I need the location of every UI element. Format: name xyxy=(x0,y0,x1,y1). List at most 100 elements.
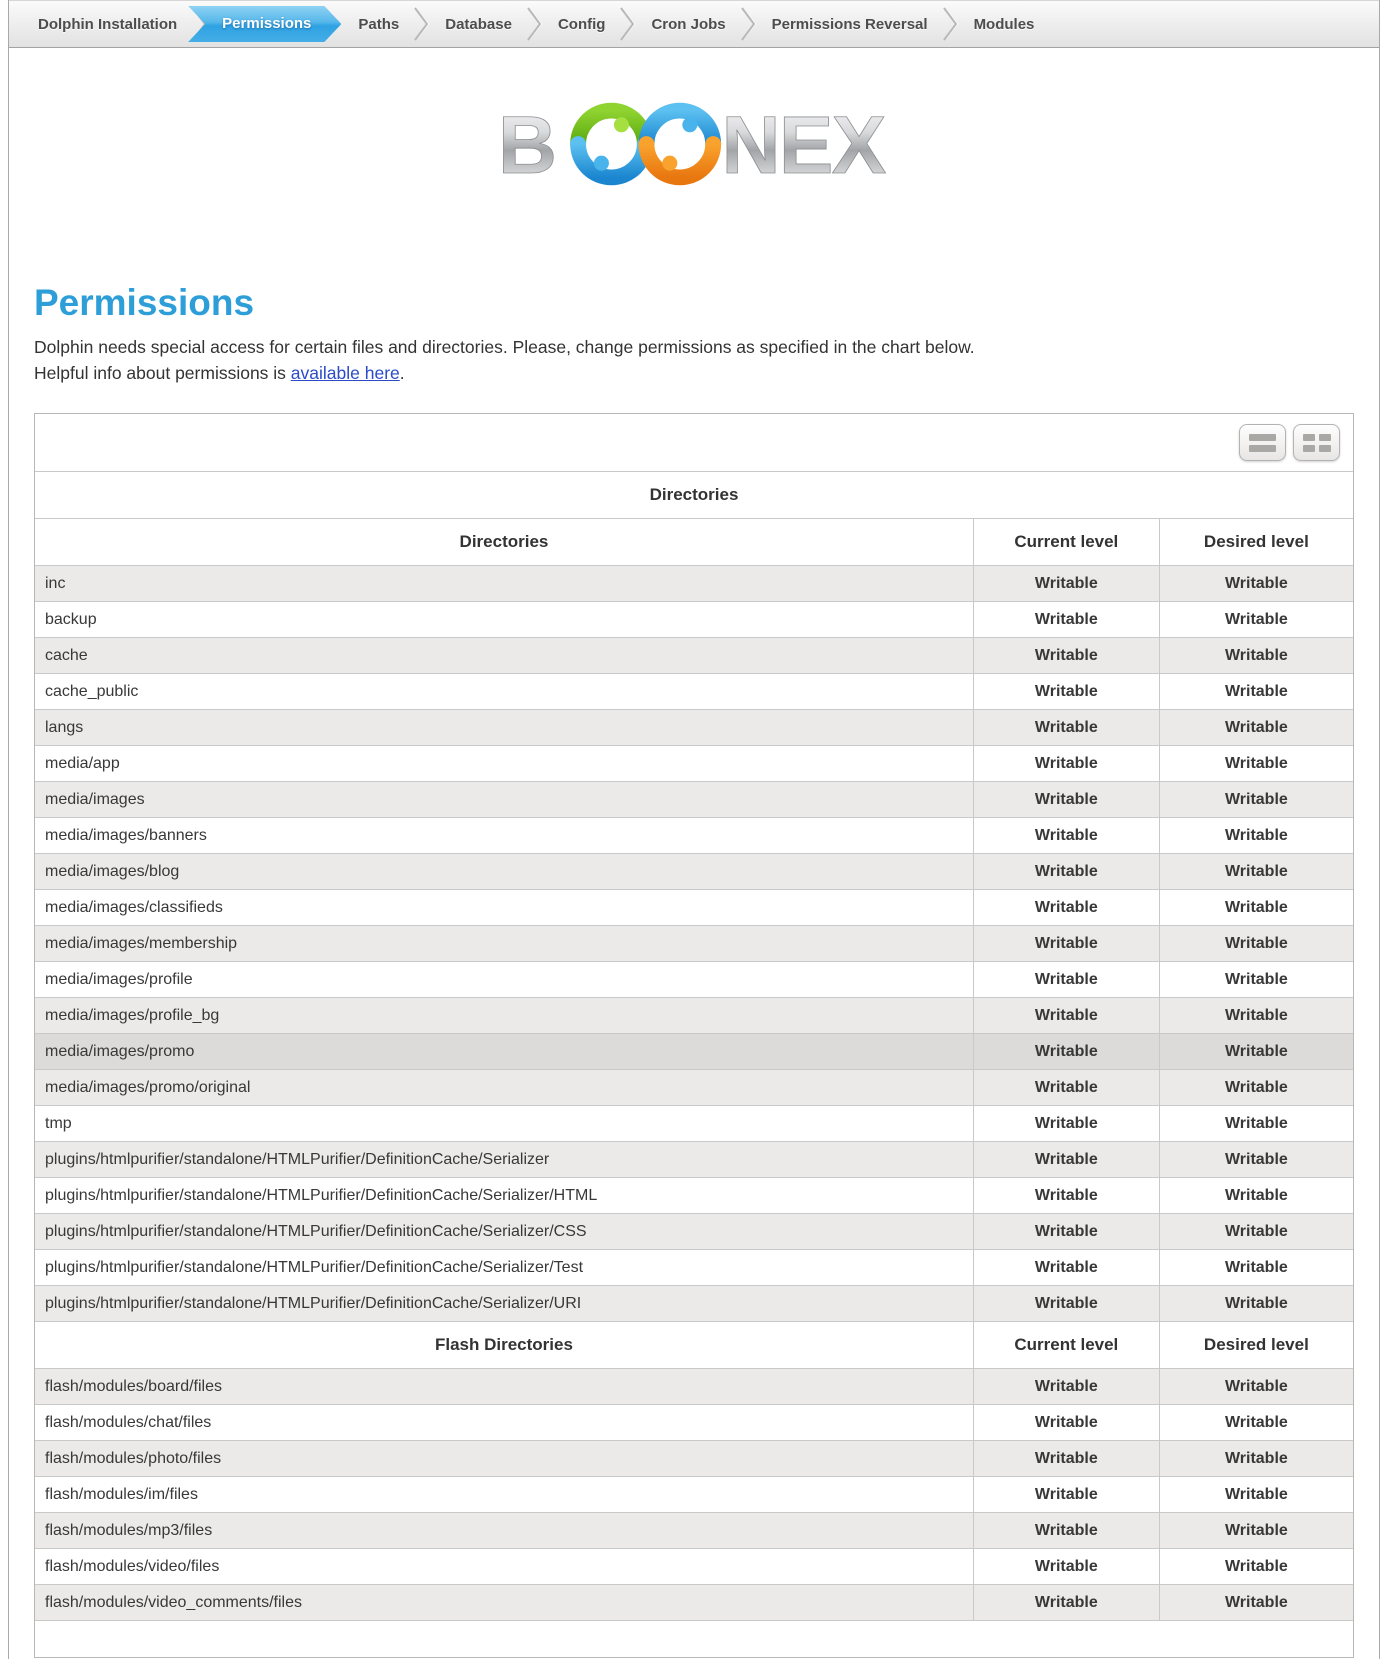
intro-paragraph: Dolphin needs special access for certain… xyxy=(34,334,1354,386)
directory-path-cell: media/images/classifieds xyxy=(35,890,973,926)
tab-database[interactable]: Database xyxy=(430,16,527,33)
table-row: media/images/membershipWritableWritable xyxy=(35,926,1353,962)
main-content: Permissions Dolphin needs special access… xyxy=(9,282,1379,1658)
current-level-cell: Writable xyxy=(973,602,1159,638)
desired-level-cell: Writable xyxy=(1159,1369,1353,1405)
directory-path-cell: media/images/profile xyxy=(35,962,973,998)
partial-row xyxy=(35,1621,1353,1657)
logo-o-green-blue xyxy=(578,111,645,178)
table-row: media/images/bannersWritableWritable xyxy=(35,818,1353,854)
directory-path-cell: media/images/promo xyxy=(35,1034,973,1070)
directory-path-cell: cache xyxy=(35,638,973,674)
boonex-logo: B NEX xyxy=(498,102,890,186)
current-level-cell: Writable xyxy=(973,998,1159,1034)
desired-level-cell: Writable xyxy=(1159,962,1353,998)
table-row: flash/modules/video/filesWritableWritabl… xyxy=(35,1549,1353,1585)
current-level-cell: Writable xyxy=(973,926,1159,962)
desired-level-cell: Writable xyxy=(1159,1070,1353,1106)
directory-path-cell: flash/modules/video/files xyxy=(35,1549,973,1585)
table-row: flash/modules/board/filesWritableWritabl… xyxy=(35,1369,1353,1405)
directory-path-cell: media/images/membership xyxy=(35,926,973,962)
tab-paths[interactable]: Paths xyxy=(343,16,414,33)
table-row: backupWritableWritable xyxy=(35,602,1353,638)
desired-level-cell: Writable xyxy=(1159,1214,1353,1250)
available-here-link[interactable]: available here xyxy=(291,363,400,383)
table-title: Directories xyxy=(35,472,1353,519)
desired-level-cell: Writable xyxy=(1159,1286,1353,1322)
table-row: media/appWritableWritable xyxy=(35,746,1353,782)
section-header-row: DirectoriesCurrent levelDesired level xyxy=(35,519,1353,566)
current-level-header-cell: Current level xyxy=(973,1322,1159,1369)
desired-level-cell: Writable xyxy=(1159,566,1353,602)
table-row: media/images/promo/originalWritableWrita… xyxy=(35,1070,1353,1106)
help-prefix: Helpful info about permissions is xyxy=(34,363,291,383)
table-row: plugins/htmlpurifier/standalone/HTMLPuri… xyxy=(35,1250,1353,1286)
current-level-cell: Writable xyxy=(973,710,1159,746)
current-level-cell: Writable xyxy=(973,1034,1159,1070)
desired-level-header-cell: Desired level xyxy=(1159,1322,1353,1369)
current-level-cell: Writable xyxy=(973,1549,1159,1585)
view-toggle-toolbar xyxy=(35,414,1353,471)
tab-permissions[interactable]: Permissions xyxy=(188,6,341,42)
desired-level-cell: Writable xyxy=(1159,818,1353,854)
table-title-row: Directories xyxy=(35,472,1353,519)
current-level-cell: Writable xyxy=(973,1585,1159,1621)
desired-level-cell: Writable xyxy=(1159,1178,1353,1214)
current-level-cell: Writable xyxy=(973,1369,1159,1405)
chevron-separator-icon xyxy=(412,6,432,42)
current-level-cell: Writable xyxy=(973,1106,1159,1142)
desired-level-cell: Writable xyxy=(1159,854,1353,890)
logo-container: B NEX xyxy=(9,102,1379,186)
section-title-cell: Directories xyxy=(35,519,973,566)
directory-path-cell: flash/modules/chat/files xyxy=(35,1405,973,1441)
tab-cron-jobs[interactable]: Cron Jobs xyxy=(636,16,740,33)
desired-level-cell: Writable xyxy=(1159,746,1353,782)
current-level-cell: Writable xyxy=(973,962,1159,998)
directory-path-cell: media/images/blog xyxy=(35,854,973,890)
grid-view-button[interactable] xyxy=(1293,424,1340,461)
directory-path-cell: tmp xyxy=(35,1106,973,1142)
desired-level-cell: Writable xyxy=(1159,1250,1353,1286)
current-level-cell: Writable xyxy=(973,1070,1159,1106)
help-suffix: . xyxy=(400,363,405,383)
permissions-table-body: Directories DirectoriesCurrent levelDesi… xyxy=(35,472,1353,1657)
table-row: media/images/profile_bgWritableWritable xyxy=(35,998,1353,1034)
current-level-cell: Writable xyxy=(973,746,1159,782)
table-row: cacheWritableWritable xyxy=(35,638,1353,674)
directory-path-cell: media/images xyxy=(35,782,973,818)
table-row: plugins/htmlpurifier/standalone/HTMLPuri… xyxy=(35,1178,1353,1214)
tab-modules[interactable]: Modules xyxy=(959,16,1050,33)
current-level-cell: Writable xyxy=(973,1178,1159,1214)
desired-level-cell: Writable xyxy=(1159,1513,1353,1549)
directory-path-cell: plugins/htmlpurifier/standalone/HTMLPuri… xyxy=(35,1286,973,1322)
directory-path-cell: inc xyxy=(35,566,973,602)
permissions-table: Directories DirectoriesCurrent levelDesi… xyxy=(35,471,1353,1657)
table-row: tmpWritableWritable xyxy=(35,1106,1353,1142)
current-level-cell: Writable xyxy=(973,674,1159,710)
table-row: flash/modules/photo/filesWritableWritabl… xyxy=(35,1441,1353,1477)
desired-level-cell: Writable xyxy=(1159,1034,1353,1070)
table-row: media/images/promoWritableWritable xyxy=(35,1034,1353,1070)
directory-path-cell: backup xyxy=(35,602,973,638)
desired-level-cell: Writable xyxy=(1159,1477,1353,1513)
table-row: flash/modules/im/filesWritableWritable xyxy=(35,1477,1353,1513)
desired-level-cell: Writable xyxy=(1159,1405,1353,1441)
page-title: Permissions xyxy=(34,282,1354,324)
section-title-cell: Flash Directories xyxy=(35,1322,973,1369)
section-header-row: Flash DirectoriesCurrent levelDesired le… xyxy=(35,1322,1353,1369)
directory-path-cell: media/app xyxy=(35,746,973,782)
current-level-cell: Writable xyxy=(973,1250,1159,1286)
logo-letter-b: B xyxy=(498,102,557,186)
current-level-cell: Writable xyxy=(973,1405,1159,1441)
tab-config[interactable]: Config xyxy=(543,16,620,33)
table-row: media/images/profileWritableWritable xyxy=(35,962,1353,998)
desired-level-cell: Writable xyxy=(1159,926,1353,962)
directory-path-cell: plugins/htmlpurifier/standalone/HTMLPuri… xyxy=(35,1178,973,1214)
list-view-button[interactable] xyxy=(1239,424,1286,461)
table-row: flash/modules/chat/filesWritableWritable xyxy=(35,1405,1353,1441)
directory-path-cell: plugins/htmlpurifier/standalone/HTMLPuri… xyxy=(35,1142,973,1178)
tab-permissions-reversal[interactable]: Permissions Reversal xyxy=(757,16,943,33)
desired-level-cell: Writable xyxy=(1159,1585,1353,1621)
tab-dolphin-installation[interactable]: Dolphin Installation xyxy=(23,16,192,33)
current-level-header-cell: Current level xyxy=(973,519,1159,566)
